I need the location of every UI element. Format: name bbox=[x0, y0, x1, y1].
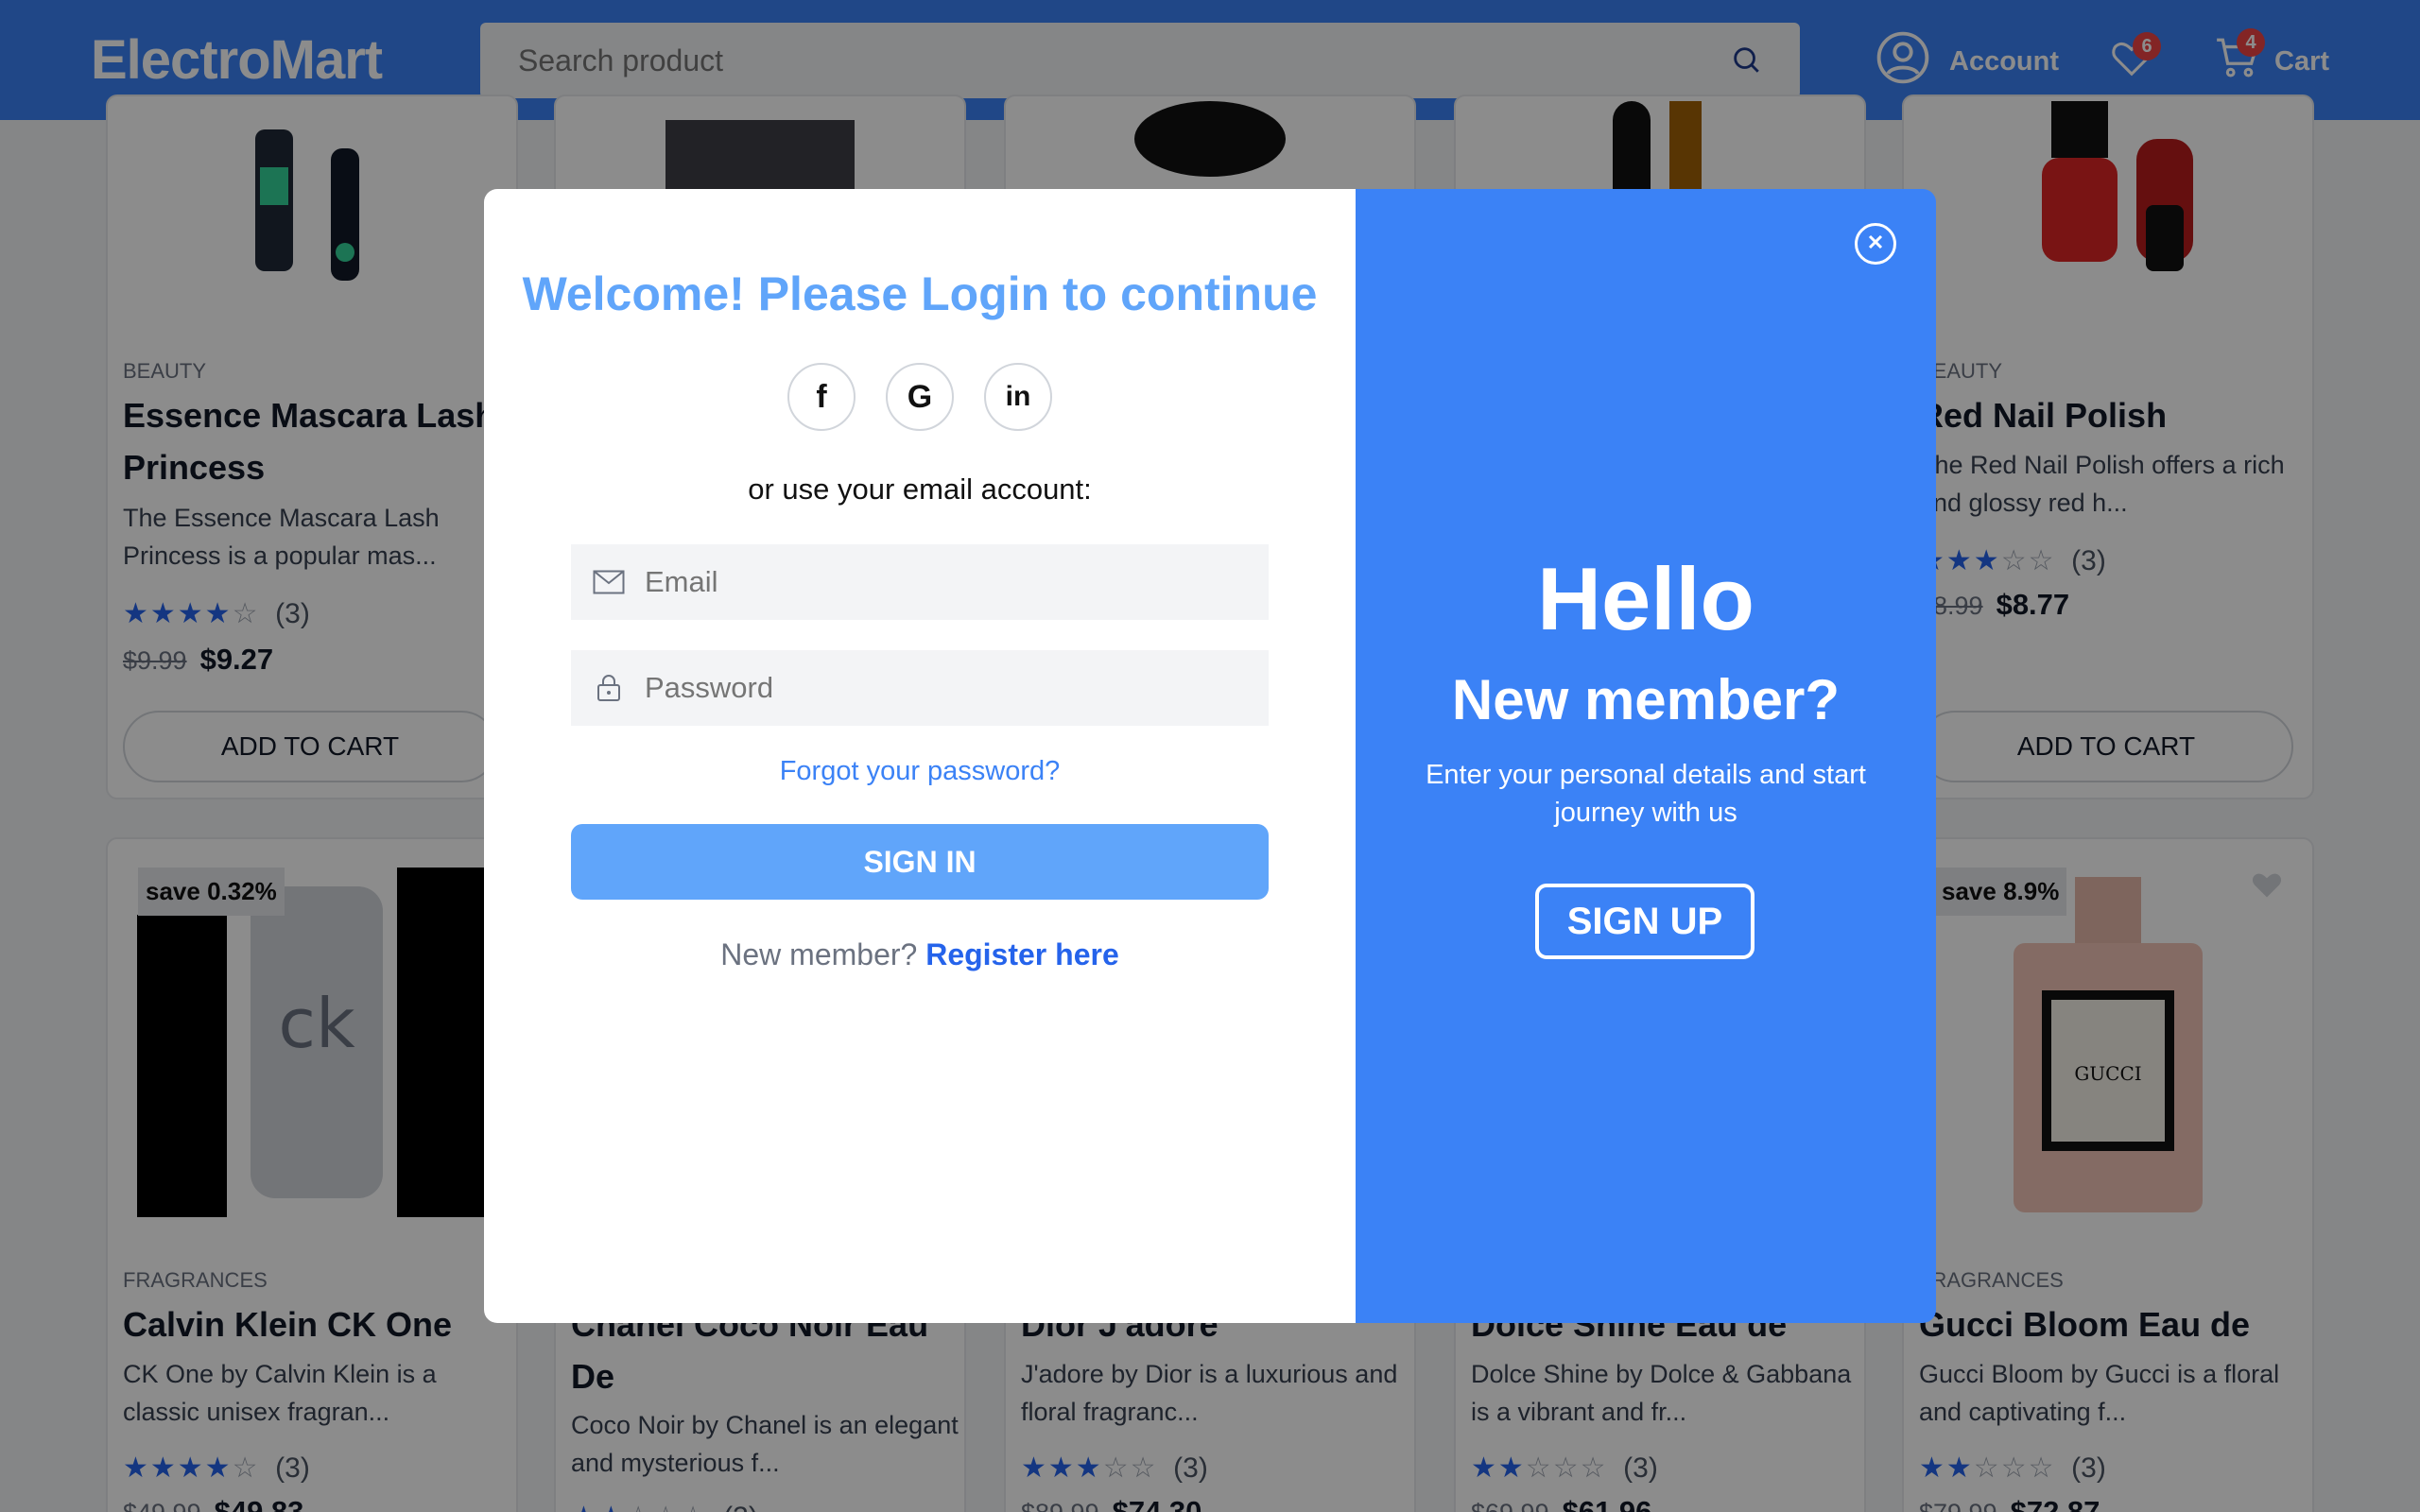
facebook-icon: f bbox=[816, 378, 827, 415]
promo-heading: Hello bbox=[1537, 549, 1754, 648]
email-input[interactable] bbox=[645, 565, 1231, 599]
signup-promo-panel: Hello New member? Enter your personal de… bbox=[1356, 189, 1936, 1323]
register-link[interactable]: Register here bbox=[925, 937, 1119, 971]
close-modal-button[interactable] bbox=[1855, 223, 1896, 265]
close-icon bbox=[1866, 232, 1885, 256]
facebook-login-button[interactable]: f bbox=[787, 363, 856, 431]
email-field[interactable] bbox=[571, 544, 1269, 620]
password-field[interactable] bbox=[571, 650, 1269, 726]
sign-in-button[interactable]: SIGN IN bbox=[571, 824, 1269, 900]
password-input[interactable] bbox=[645, 671, 1231, 705]
or-email-text: or use your email account: bbox=[748, 472, 1092, 506]
linkedin-icon: in bbox=[1005, 381, 1031, 412]
sign-up-button[interactable]: SIGN UP bbox=[1535, 884, 1754, 959]
login-modal: Welcome! Please Login to continue f G in… bbox=[484, 189, 1936, 1323]
lock-icon bbox=[592, 674, 626, 702]
google-icon: G bbox=[907, 378, 933, 415]
social-login-group: f G in bbox=[484, 363, 1356, 431]
forgot-password-link[interactable]: Forgot your password? bbox=[484, 756, 1356, 787]
linkedin-login-button[interactable]: in bbox=[984, 363, 1052, 431]
login-panel: Welcome! Please Login to continue f G in… bbox=[484, 189, 1356, 1323]
google-login-button[interactable]: G bbox=[886, 363, 954, 431]
promo-text: Enter your personal details and start jo… bbox=[1426, 760, 1866, 828]
mail-icon bbox=[592, 570, 626, 594]
new-member-text: New member? bbox=[720, 937, 918, 971]
promo-subheading: New member? bbox=[1451, 668, 1841, 731]
login-title: Welcome! Please Login to continue bbox=[522, 267, 1318, 320]
register-prompt: New member? Register here bbox=[484, 937, 1356, 972]
